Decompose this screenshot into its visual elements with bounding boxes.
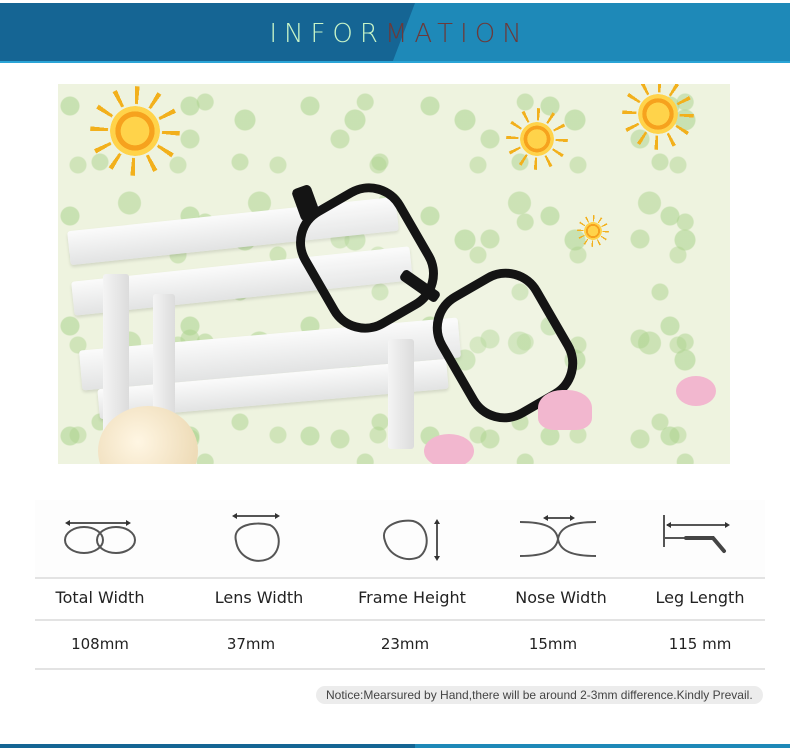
sun-icon: [110, 106, 160, 156]
nose-width-icon: [500, 505, 620, 565]
banner-bottom-strip: [0, 61, 790, 63]
sun-icon: [638, 94, 678, 134]
spec-value-total-width: 108mm: [71, 635, 129, 653]
total-width-icon: [38, 505, 158, 565]
table-divider-top: [35, 577, 765, 579]
spec-label-total-width: Total Width: [55, 588, 145, 607]
sun-icon: [584, 222, 602, 240]
product-photo: [58, 84, 730, 464]
footer-bar: [0, 744, 790, 748]
pink-flower-block: [424, 434, 474, 464]
spec-value-frame-height: 23mm: [380, 635, 430, 653]
spec-label-nose-width: Nose Width: [515, 588, 607, 607]
section-title: INFORMATION: [0, 19, 790, 49]
spec-label-frame-height: Frame Height: [358, 588, 466, 607]
spec-value-leg-length: 115 mm: [668, 635, 732, 653]
frame-height-icon: [351, 505, 471, 565]
leg-length-icon: [640, 505, 760, 565]
pink-flower-block: [676, 376, 716, 406]
table-divider-middle: [35, 619, 765, 621]
spec-label-lens-width: Lens Width: [214, 588, 304, 607]
spec-value-lens-width: 37mm: [226, 635, 276, 653]
spec-label-leg-length: Leg Length: [655, 588, 745, 607]
footer-bar-dark-segment: [0, 744, 415, 748]
measurement-notice: Notice:Mearsured by Hand,there will be a…: [316, 686, 763, 704]
lens-width-icon: [196, 505, 316, 565]
info-header-banner: INFORMATION: [0, 3, 790, 63]
pink-heart-block: [538, 390, 592, 430]
section-title-part1: INFOR: [269, 19, 385, 49]
sun-icon: [520, 122, 554, 156]
spec-value-nose-width: 15mm: [528, 635, 578, 653]
section-title-part2: MATION: [384, 19, 529, 49]
table-divider-bottom: [35, 668, 765, 670]
